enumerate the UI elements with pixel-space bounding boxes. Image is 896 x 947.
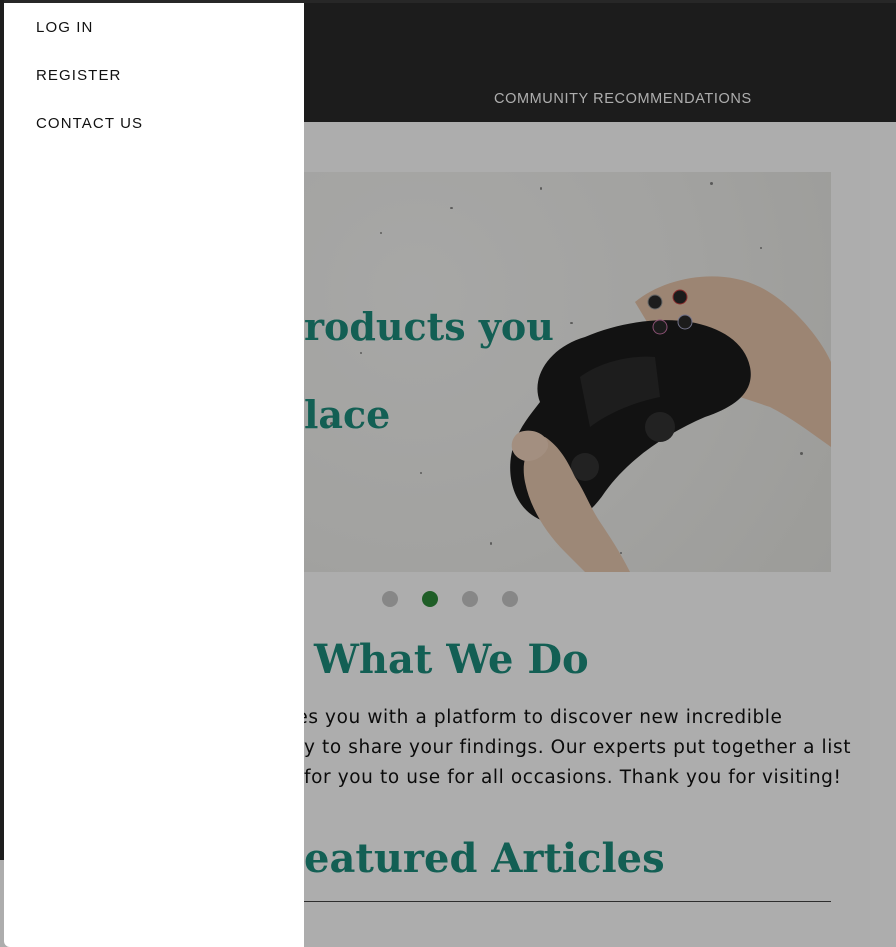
drawer-item-log-in[interactable]: LOG IN (36, 19, 93, 36)
drawer-item-register[interactable]: REGISTER (36, 67, 121, 84)
side-navigation-drawer: LOG IN REGISTER CONTACT US (4, 3, 304, 947)
drawer-item-contact-us[interactable]: CONTACT US (36, 115, 143, 132)
